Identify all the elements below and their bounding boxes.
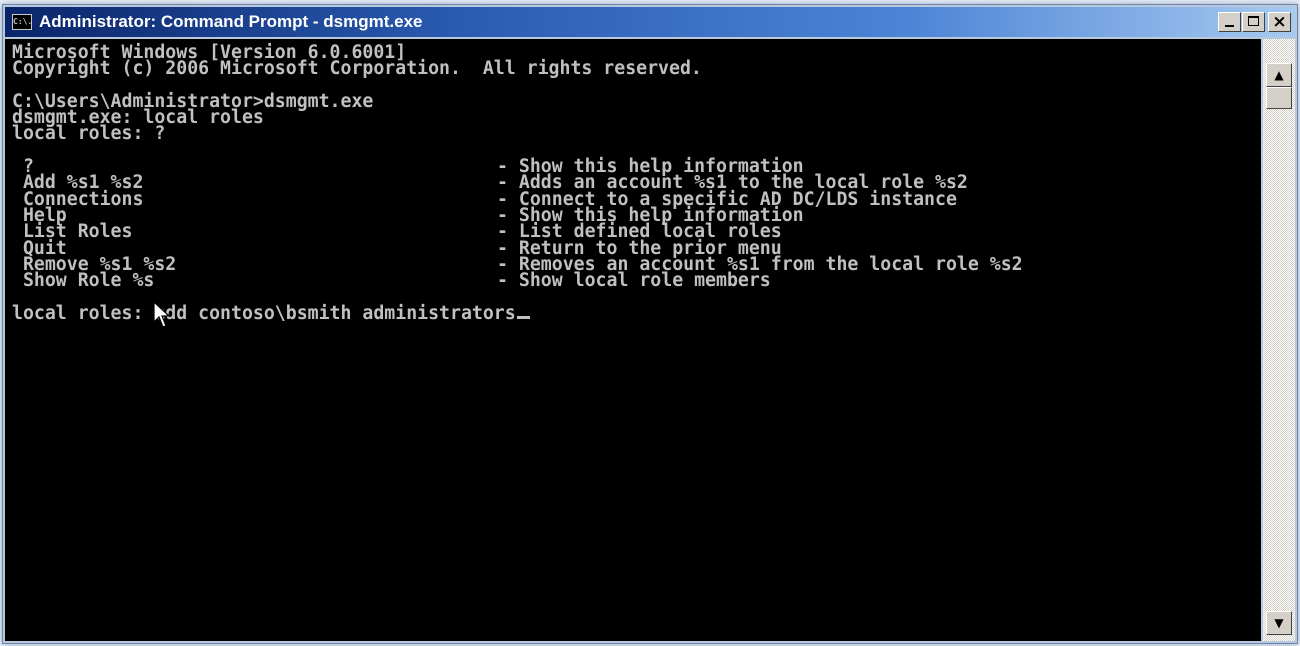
- scroll-down-arrow-icon: ▼: [1274, 616, 1284, 630]
- close-button[interactable]: ×: [1268, 12, 1291, 32]
- console-line: local roles: ?: [12, 123, 166, 145]
- console-line: Copyright (c) 2006 Microsoft Corporation…: [12, 58, 702, 80]
- mouse-pointer-icon: [153, 301, 171, 328]
- maximize-icon: [1248, 16, 1259, 26]
- console-line: dsmgmt.exe: local roles: [12, 107, 264, 129]
- scroll-up-arrow-icon: ▲: [1274, 68, 1284, 82]
- command-input-line[interactable]: local roles: add contoso\bsmith administ…: [12, 302, 1261, 324]
- scroll-down-button[interactable]: ▼: [1266, 611, 1292, 635]
- text-cursor: [516, 315, 530, 319]
- console-text: Microsoft Windows [Version 6.0.6001] Copy…: [5, 39, 1261, 322]
- minimize-icon: [1225, 25, 1234, 27]
- command-prompt-window[interactable]: C:\. Administrator: Command Prompt - dsm…: [2, 4, 1298, 644]
- help-row: Show Role %s - Show local role members: [12, 270, 1261, 292]
- prompt-label: local roles:: [12, 302, 155, 324]
- typed-command[interactable]: add contoso\bsmith administrators: [154, 303, 515, 324]
- scroll-up-button[interactable]: ▲: [1266, 63, 1292, 87]
- close-icon: ×: [1272, 12, 1287, 32]
- console-app-icon[interactable]: C:\.: [12, 14, 32, 30]
- scroll-thumb[interactable]: [1266, 87, 1292, 109]
- window-title: Administrator: Command Prompt - dsmgmt.e…: [39, 12, 423, 31]
- minimize-button[interactable]: [1218, 12, 1241, 32]
- help-command: Show Role %s: [12, 270, 155, 292]
- help-description: - Show local role members: [497, 270, 771, 292]
- vertical-scrollbar[interactable]: ▲ ▼: [1263, 39, 1295, 641]
- maximize-button[interactable]: [1242, 12, 1265, 32]
- window-controls: ×: [1217, 12, 1291, 34]
- title-bar[interactable]: C:\. Administrator: Command Prompt - dsm…: [5, 7, 1295, 37]
- help-command: List Roles: [12, 221, 133, 243]
- help-command: Connections: [12, 188, 144, 210]
- console-output[interactable]: Microsoft Windows [Version 6.0.6001] Copy…: [5, 39, 1261, 641]
